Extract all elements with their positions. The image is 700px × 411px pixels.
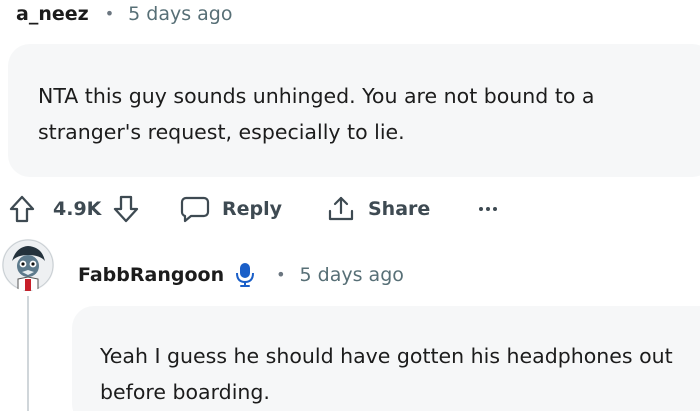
reply-comment-header: FabbRangoon • 5 days ago [78,260,404,290]
reply-comment-body-container: Yeah I guess he should have gotten his h… [72,306,700,411]
thread-line[interactable] [27,296,29,411]
comment-author[interactable]: FabbRangoon [78,264,224,286]
comment-body: Yeah I guess he should have gotten his h… [100,344,673,404]
comment-body: NTA this guy sounds unhinged. You are no… [38,84,595,144]
comment-header: a_neez • 5 days ago [16,1,232,27]
share-button[interactable]: Share [326,190,430,228]
avatar[interactable] [2,239,54,291]
meta-separator: • [276,264,286,284]
ellipsis-icon [478,205,498,213]
comment-thread: a_neez • 5 days ago NTA this guy sounds … [0,0,700,411]
comment-author[interactable]: a_neez [16,3,89,25]
comment-action-bar: 4.9K Reply Share [0,190,700,230]
comment-body-container: NTA this guy sounds unhinged. You are no… [8,44,700,177]
arrow-up-icon [8,194,36,224]
comment-timestamp[interactable]: 5 days ago [128,3,232,25]
chat-bubble-icon [180,195,210,223]
reply-button[interactable]: Reply [180,190,282,228]
microphone-icon [236,262,255,288]
meta-separator: • [104,3,115,23]
upvote-button[interactable] [8,190,36,228]
arrow-down-icon [112,194,140,224]
share-icon [326,195,356,223]
comment-timestamp[interactable]: 5 days ago [300,264,404,286]
more-options-button[interactable] [478,190,498,228]
vote-score: 4.9K [53,198,102,220]
downvote-button[interactable] [112,190,140,228]
reply-label: Reply [222,198,283,220]
share-label: Share [368,198,431,220]
